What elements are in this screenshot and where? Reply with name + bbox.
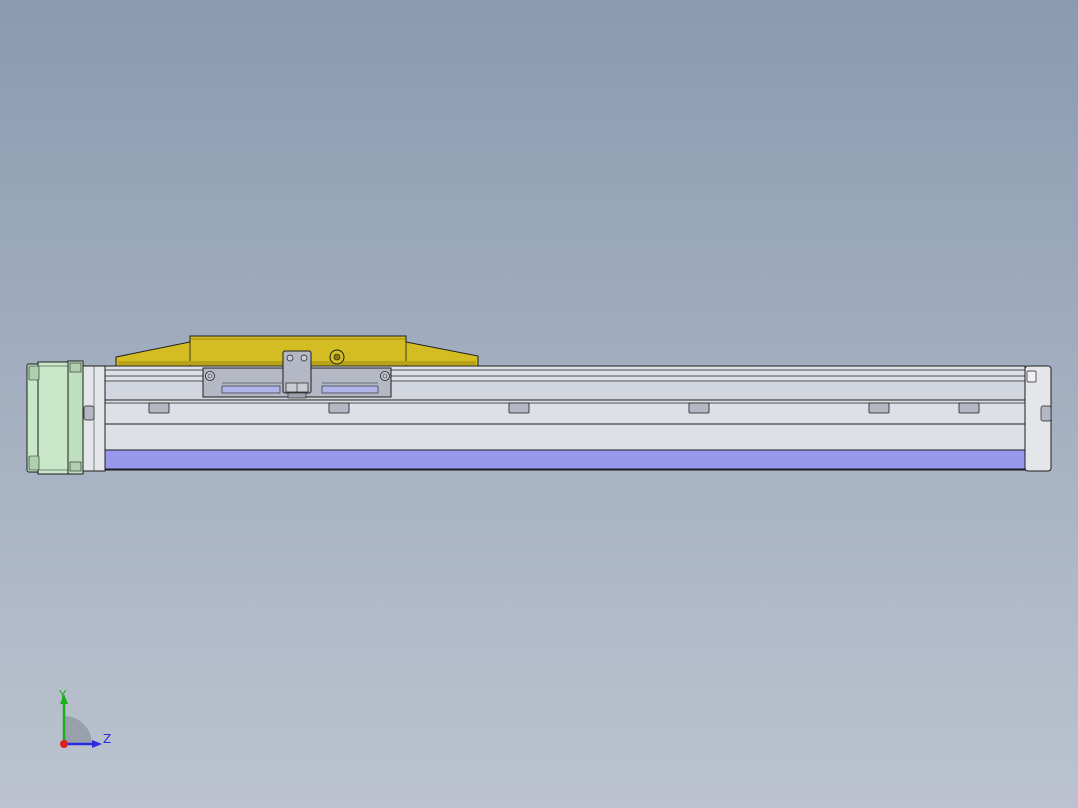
screw-icon — [300, 354, 308, 362]
motor-housing[interactable] — [26, 360, 84, 475]
mounting-slot — [958, 402, 980, 414]
mounting-slot — [328, 402, 350, 414]
linear-actuator-model[interactable] — [0, 0, 1078, 808]
screw-icon — [205, 371, 215, 381]
screw-icon — [286, 354, 294, 362]
cover-strip — [104, 449, 1026, 470]
mounting-slot — [148, 402, 170, 414]
left-end-cap[interactable] — [82, 365, 106, 472]
right-end-cap[interactable] — [1024, 365, 1052, 472]
mounting-slot — [868, 402, 890, 414]
x-axis-icon — [60, 740, 68, 748]
graphics-viewport[interactable]: Y Z — [0, 0, 1078, 808]
sensor-bracket[interactable] — [282, 350, 312, 399]
triad-z-label: Z — [103, 732, 112, 746]
triad-y-label: Y — [59, 688, 67, 702]
mounting-slot — [508, 402, 530, 414]
mounting-slot — [688, 402, 710, 414]
screw-icon — [380, 371, 390, 381]
